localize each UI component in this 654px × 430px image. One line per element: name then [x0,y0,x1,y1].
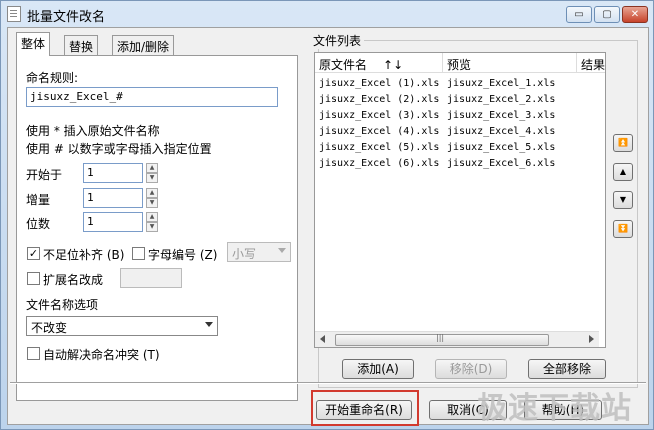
file-list-view[interactable]: 原文件名 ↑↓ 预览 结果 jisuxz_Excel (1).xls jisuxz_… [314,52,606,348]
maximize-button[interactable]: ▢ [594,6,620,23]
step-label: 增量 [26,193,51,207]
spin-down-icon[interactable]: ▼ [146,173,158,183]
highlight-box [311,390,419,426]
original-name-cell: jisuxz_Excel (1).xls [319,78,440,89]
table-row[interactable]: jisuxz_Excel (5).xls jisuxz_Excel_5.xls [315,141,605,157]
digits-input[interactable]: 1 [83,212,143,232]
document-icon [7,6,21,22]
tab-overall[interactable]: 整体 [16,32,51,56]
file-list-title: 文件列表 [310,32,365,49]
preview-cell: jisuxz_Excel_4.xls [447,126,556,137]
change-extension-checkbox[interactable] [27,272,40,285]
table-row[interactable]: jisuxz_Excel (2).xls jisuxz_Excel_2.xls [315,93,605,109]
hint-hash: 使用 # 以数字或字母插入指定位置 [26,142,212,156]
chevron-down-icon [278,248,286,253]
original-name-cell: jisuxz_Excel (5).xls [319,142,440,153]
dialog-body: 整体 替换 添加/删除 命名规则: jisuxz_Excel_# 使用 * 插入… [7,27,649,425]
move-down-button[interactable]: ▼ [613,191,633,209]
scroll-right-icon[interactable] [589,335,594,343]
move-up-button[interactable]: ▲ [613,163,633,181]
letter-case-value: 小写 [232,247,257,261]
naming-rule-label: 命名规则: [26,71,79,85]
digits-stepper[interactable]: ▲ ▼ [146,212,158,232]
column-result[interactable]: 结果 [577,53,605,73]
spin-down-icon[interactable]: ▼ [146,198,158,208]
sort-arrows-icon[interactable]: ↑↓ [383,58,403,72]
table-row[interactable]: jisuxz_Excel (4).xls jisuxz_Excel_4.xls [315,125,605,141]
auto-resolve-label: 自动解决命名冲突 (T) [43,348,160,362]
move-top-button[interactable]: ⏫ [613,134,633,152]
digits-label: 位数 [26,217,51,231]
step-input[interactable]: 1 [83,188,143,208]
scroll-left-icon[interactable] [320,335,325,343]
tab-panel-overall: 命名规则: jisuxz_Excel_# 使用 * 插入原始文件名称 使用 # … [16,55,298,401]
hint-star: 使用 * 插入原始文件名称 [26,124,160,138]
move-bottom-button[interactable]: ⏬ [613,220,633,238]
watermark: 极速下载站 [477,391,632,426]
spin-up-icon[interactable]: ▲ [146,212,158,222]
scroll-grip: ||| [436,333,445,342]
column-original-label: 原文件名 [319,58,368,72]
naming-rule-input[interactable]: jisuxz_Excel_# [26,87,278,107]
letter-case-select[interactable]: 小写 [227,242,291,262]
pad-digits-checkbox[interactable]: ✓ [27,247,40,260]
name-option-select[interactable]: 不改变 [26,316,218,336]
auto-resolve-checkbox[interactable] [27,347,40,360]
start-at-input[interactable]: 1 [83,163,143,183]
preview-cell: jisuxz_Excel_5.xls [447,142,556,153]
alpha-number-checkbox[interactable] [132,247,145,260]
column-original-name[interactable]: 原文件名 ↑↓ [315,53,443,73]
scroll-thumb[interactable]: ||| [335,333,549,346]
name-option-value: 不改变 [31,321,68,335]
extension-input[interactable] [120,268,182,288]
column-preview[interactable]: 预览 [443,53,577,73]
step-stepper[interactable]: ▲ ▼ [146,188,158,208]
add-button[interactable]: 添加(A) [342,359,414,379]
original-name-cell: jisuxz_Excel (2).xls [319,94,440,105]
name-option-label: 文件名称选项 [26,298,99,312]
tab-replace[interactable]: 替换 [64,35,99,55]
pad-digits-label: 不足位补齐 (B) [43,248,125,262]
chevron-down-icon [205,322,213,327]
minimize-button[interactable]: ▭ [566,6,592,23]
remove-all-button[interactable]: 全部移除 [528,359,606,379]
window-title: 批量文件改名 [27,10,106,25]
table-row[interactable]: jisuxz_Excel (1).xls jisuxz_Excel_1.xls [315,77,605,93]
preview-cell: jisuxz_Excel_6.xls [447,158,556,169]
remove-button[interactable]: 移除(D) [435,359,507,379]
app-window: 批量文件改名 ▭ ▢ ✕ 整体 替换 添加/删除 命名规则: jisuxz_Ex… [0,0,654,430]
original-name-cell: jisuxz_Excel (3).xls [319,110,440,121]
table-row[interactable]: jisuxz_Excel (6).xls jisuxz_Excel_6.xls [315,157,605,173]
spin-down-icon[interactable]: ▼ [146,222,158,232]
alpha-number-label: 字母编号 (Z) [148,248,218,262]
start-at-stepper[interactable]: ▲ ▼ [146,163,158,183]
preview-cell: jisuxz_Excel_1.xls [447,78,556,89]
spin-up-icon[interactable]: ▲ [146,188,158,198]
original-name-cell: jisuxz_Excel (4).xls [319,126,440,137]
tab-add-remove[interactable]: 添加/删除 [112,35,175,55]
start-at-label: 开始于 [26,168,63,182]
table-row[interactable]: jisuxz_Excel (3).xls jisuxz_Excel_3.xls [315,109,605,125]
preview-cell: jisuxz_Excel_2.xls [447,94,556,105]
spin-up-icon[interactable]: ▲ [146,163,158,173]
title-bar: 批量文件改名 ▭ ▢ ✕ [1,1,653,27]
original-name-cell: jisuxz_Excel (6).xls [319,158,440,169]
horizontal-scrollbar[interactable]: ||| [315,331,599,347]
preview-cell: jisuxz_Excel_3.xls [447,110,556,121]
change-extension-label: 扩展名改成 [43,273,104,287]
close-button[interactable]: ✕ [622,6,648,23]
